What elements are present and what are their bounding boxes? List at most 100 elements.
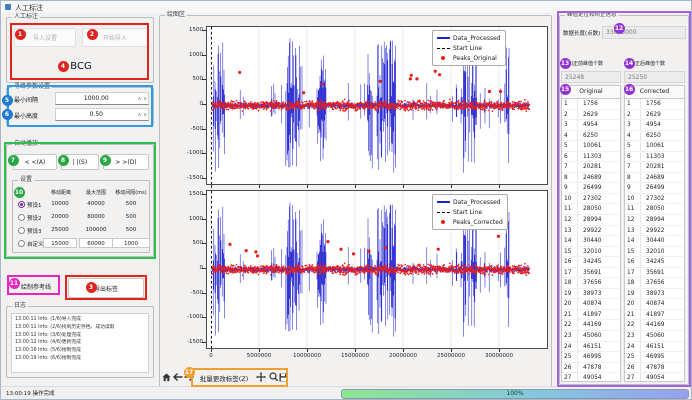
batch-edit-labels-button[interactable]: 批量更改标签(Z): [195, 371, 253, 384]
pan-icon[interactable]: [256, 371, 266, 383]
step-forward-button[interactable]: > >(D): [103, 154, 149, 170]
row-index: 13: [625, 226, 641, 236]
preset-custom-input[interactable]: 15000: [43, 238, 77, 248]
table-row: 2345060: [562, 331, 620, 342]
y-tick-mark: [202, 79, 206, 80]
table-row: 1837656: [562, 278, 620, 289]
x-tick-mark: [451, 185, 452, 188]
table-row: 1938973: [562, 289, 620, 300]
table-row: 1938973: [625, 289, 684, 300]
forward-icon[interactable]: [184, 371, 194, 383]
x-tick-mark: [499, 349, 500, 352]
preset-radio[interactable]: [18, 240, 25, 247]
log-group-title: 日志: [12, 302, 28, 310]
manual-annotation-group: 人工标注 导入设置 开始导入 BCG: [6, 17, 154, 83]
back-icon[interactable]: [173, 371, 183, 383]
row-index: 25: [625, 352, 641, 362]
preset-radio[interactable]: [18, 227, 25, 234]
row-index: 7: [625, 162, 641, 172]
min-interval-spinbox[interactable]: 1000.00 ∧ ∨: [55, 92, 149, 105]
corrected-peaks-table[interactable]: Corrected 117562262934954462505100616113…: [624, 85, 685, 382]
legend-label: Start Line: [453, 209, 482, 216]
row-index: 13: [562, 226, 578, 236]
table-row: 1837656: [625, 278, 684, 289]
legend-swatch-line-icon: [436, 37, 450, 38]
peak-position-value: 34245: [578, 257, 601, 267]
original-peaks-table[interactable]: Original 1175622629349544625051006161130…: [561, 85, 621, 382]
log-list[interactable]: 13:00:11 Info: (1/6)导入完成13:00:11 Info: (…: [11, 313, 149, 373]
preset-custom-input[interactable]: 1000: [112, 238, 150, 248]
table-row: 510061: [625, 141, 684, 152]
table-row: 2647878: [625, 363, 684, 374]
home-icon[interactable]: [161, 371, 171, 383]
peak-position-value: 37656: [641, 278, 664, 288]
pause-button[interactable]: | |(S): [61, 154, 99, 170]
row-index: 27: [562, 373, 578, 382]
x-tick-mark: [403, 185, 404, 188]
peak-position-value: 49054: [641, 373, 664, 382]
table-row: 2141897: [562, 310, 620, 321]
peak-position-value: 28994: [641, 215, 664, 225]
reference-line-checkbox[interactable]: [11, 281, 18, 288]
preset-radio[interactable]: [18, 214, 25, 221]
export-labels-button[interactable]: 导出标签: [68, 278, 144, 298]
table-row: 1634245: [625, 257, 684, 268]
row-index: 18: [625, 278, 641, 288]
peak-position-value: 46151: [641, 342, 664, 352]
row-index: 17: [562, 268, 578, 278]
table-row: 824689: [562, 173, 620, 184]
peak-position-value: 6250: [641, 131, 661, 141]
peak-position-value: 27302: [578, 194, 601, 204]
after-count-field: 25250: [624, 71, 685, 83]
start-import-button[interactable]: 开始导入: [82, 28, 148, 47]
peak-position-value: 1756: [578, 99, 598, 109]
row-index: 19: [625, 289, 641, 299]
peak-position-value: 34245: [641, 257, 664, 267]
y-tick-label: 500: [169, 240, 203, 246]
min-height-spinbox[interactable]: 0.50 ∧ ∨: [55, 108, 149, 121]
log-entry: 13:00:12 Info: (4/6)更新完成: [15, 339, 148, 347]
x-tick-label: 10000000: [283, 353, 331, 359]
y-tick-label: -1500: [169, 175, 203, 181]
y-tick-label: -1000: [169, 150, 203, 156]
before-count-field: 25248: [561, 71, 621, 83]
table-row: 1634245: [562, 257, 620, 268]
peak-params-group: 寻峰参数设置 最小间隔 1000.00 ∧ ∨ 最小高度 0.50 ∧ ∨: [6, 87, 154, 126]
step-back-button[interactable]: < <(A): [13, 154, 57, 170]
preset-row: 预设325000100000500: [13, 225, 151, 237]
row-index: 3: [625, 120, 641, 130]
y-tick-label: 1500: [169, 27, 203, 33]
legend-swatch-scatter-icon: [436, 220, 450, 224]
x-tick-label: 0: [187, 353, 235, 359]
table-row: 824689: [625, 173, 684, 184]
peak-position-value: 6250: [578, 131, 598, 141]
row-index: 9: [625, 183, 641, 193]
peak-position-value: 27302: [641, 194, 664, 204]
save-icon[interactable]: [278, 371, 288, 383]
preset-custom-input[interactable]: 60000: [79, 238, 113, 248]
legend-entry: Data_Processed: [436, 197, 503, 207]
spin-down-icon[interactable]: ∨: [142, 96, 148, 102]
y-tick-mark: [202, 219, 206, 220]
row-index: 19: [562, 289, 578, 299]
peak-position-value: 46151: [578, 342, 601, 352]
preset-value: 10000: [43, 201, 77, 207]
table-row: 2040874: [625, 299, 684, 310]
legend-entry: Start Line: [436, 207, 503, 217]
y-tick-mark: [202, 178, 206, 179]
table-row: 1027302: [625, 194, 684, 205]
import-settings-button[interactable]: 导入设置: [14, 28, 76, 47]
zoom-icon[interactable]: [268, 371, 278, 383]
y-tick-mark: [202, 243, 206, 244]
min-interval-value: 1000.00: [56, 95, 137, 102]
row-index: 11: [562, 204, 578, 214]
table-row: 2647878: [562, 363, 620, 374]
peak-position-value: 30440: [641, 236, 664, 246]
table-row: 1128050: [562, 204, 620, 215]
reference-line-checkbox-label: 绘制参考线: [21, 282, 51, 291]
spin-down-icon[interactable]: ∨: [142, 112, 148, 118]
peak-position-value: 35691: [578, 268, 601, 278]
preset-radio[interactable]: [18, 201, 25, 208]
row-index: 21: [625, 310, 641, 320]
status-message: 13:00:19 操作完成: [6, 389, 54, 397]
